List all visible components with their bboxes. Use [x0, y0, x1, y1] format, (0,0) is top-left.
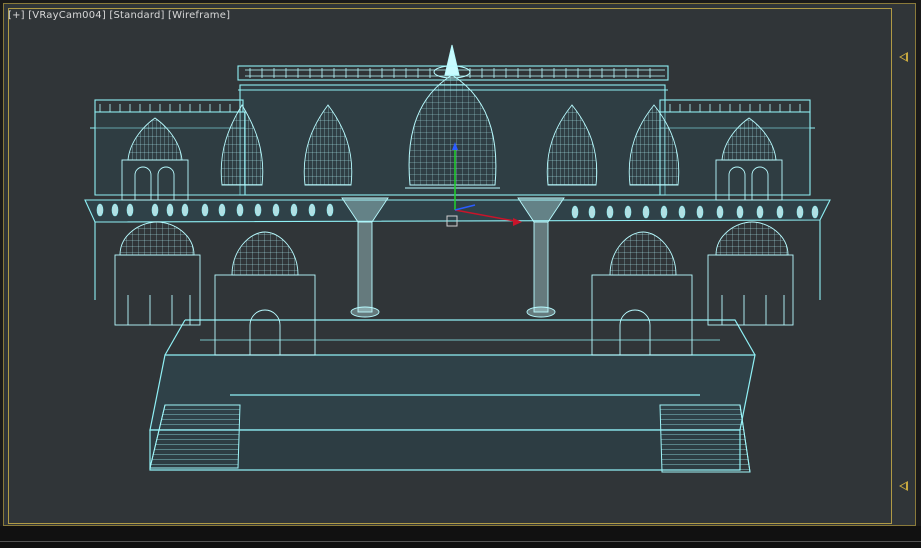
triangle-left-marker-icon: [899, 52, 908, 62]
viewport-camera-label[interactable]: [VRayCam004]: [28, 10, 106, 21]
viewport-shading-standard[interactable]: [Standard]: [109, 10, 164, 21]
viewport-bottom-bar: [0, 526, 921, 548]
wireframe-scene[interactable]: [0, 0, 921, 548]
viewport-menu-plus[interactable]: [+]: [8, 10, 25, 21]
triangle-left-marker-icon: [899, 481, 908, 491]
viewport[interactable]: [+] [VRayCam004] [Standard] [Wireframe]: [0, 0, 921, 548]
bottom-divider: [0, 541, 921, 542]
viewport-label[interactable]: [+] [VRayCam004] [Standard] [Wireframe]: [8, 10, 230, 21]
viewport-display-mode[interactable]: [Wireframe]: [168, 10, 230, 21]
lower-pavilions: [114, 221, 794, 356]
